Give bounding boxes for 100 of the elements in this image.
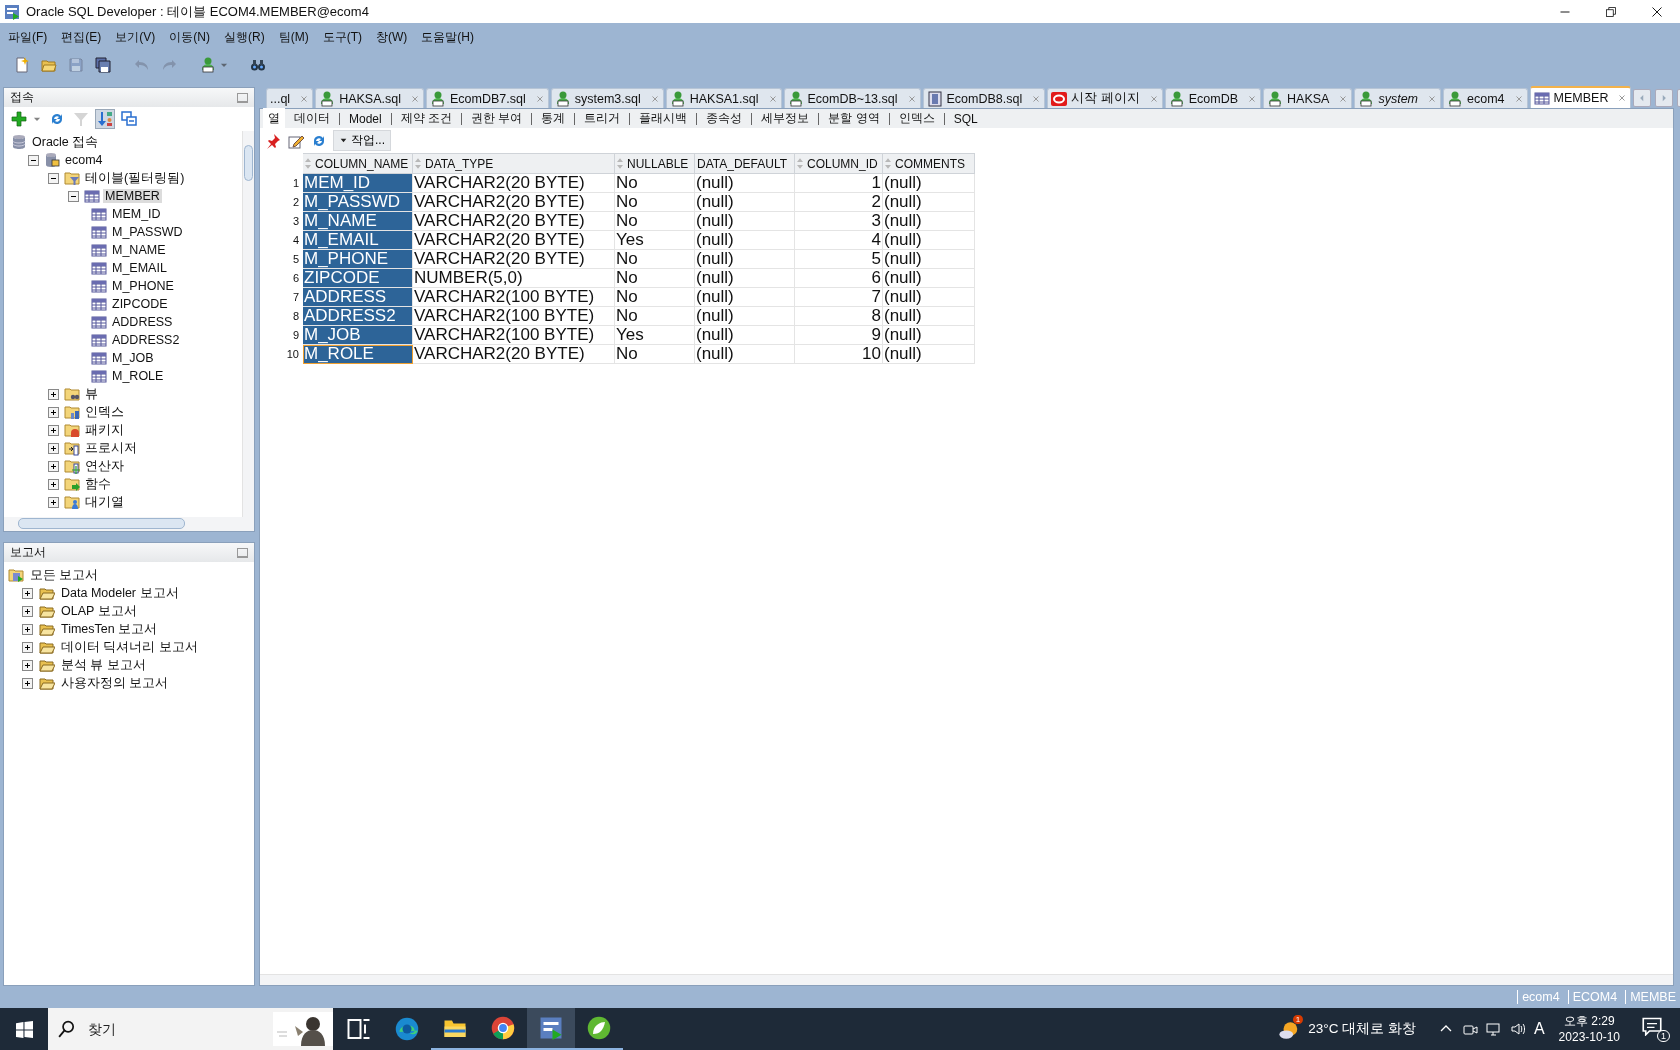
- table-cell[interactable]: (null): [882, 211, 975, 231]
- tree-item[interactable]: ADDRESS: [110, 315, 175, 329]
- table-cell[interactable]: VARCHAR2(20 BYTE): [412, 249, 615, 269]
- table-cell[interactable]: No: [614, 249, 695, 269]
- menu-item[interactable]: 도움말(H): [421, 28, 474, 46]
- tree-item[interactable]: M_ROLE: [110, 369, 166, 383]
- close-tab-icon[interactable]: [300, 94, 309, 103]
- tree-item[interactable]: 인덱스: [83, 403, 126, 421]
- expander-icon[interactable]: [48, 496, 59, 508]
- editor-tab[interactable]: HAKSA: [1263, 88, 1353, 108]
- table-cell[interactable]: (null): [882, 268, 975, 288]
- table-cell[interactable]: No: [614, 268, 695, 288]
- table-cell[interactable]: 4: [794, 230, 883, 250]
- tree-item[interactable]: 뷰: [83, 385, 100, 403]
- table-cell[interactable]: (null): [882, 173, 975, 193]
- table-cell[interactable]: NUMBER(5,0): [412, 268, 615, 288]
- sub-tab[interactable]: 인덱스: [893, 108, 940, 129]
- table-cell[interactable]: 9: [794, 325, 883, 345]
- expander-icon[interactable]: [48, 442, 59, 454]
- tree-item[interactable]: M_JOB: [110, 351, 156, 365]
- sub-tab[interactable]: 종속성: [701, 108, 748, 129]
- table-cell[interactable]: VARCHAR2(20 BYTE): [412, 211, 615, 231]
- table-cell[interactable]: 7: [794, 287, 883, 307]
- editor-tab[interactable]: ...ql: [266, 88, 314, 108]
- taskbar-search-box[interactable]: 찾기: [48, 1008, 333, 1050]
- menu-item[interactable]: 보기(V): [115, 28, 156, 46]
- expander-icon[interactable]: [22, 641, 33, 653]
- close-tab-icon[interactable]: [907, 94, 916, 103]
- tree-item[interactable]: 테이블(필터링됨): [83, 169, 187, 187]
- sub-tab[interactable]: 제약 조건: [395, 108, 458, 129]
- tree-item[interactable]: ADDRESS2: [110, 333, 182, 347]
- table-cell[interactable]: (null): [882, 344, 975, 364]
- expander-icon[interactable]: [48, 424, 59, 436]
- sub-tab[interactable]: 권한 부여: [466, 108, 528, 129]
- expander-icon[interactable]: [48, 460, 59, 472]
- menu-item[interactable]: 도구(T): [322, 28, 362, 46]
- tree-item[interactable]: MEMBER: [103, 189, 162, 203]
- editor-tab[interactable]: system3.sql: [550, 88, 664, 108]
- scrollbar-thumb[interactable]: [18, 518, 185, 529]
- table-cell[interactable]: (null): [882, 287, 975, 307]
- table-cell[interactable]: (null): [882, 306, 975, 326]
- column-header[interactable]: NULLABLE: [614, 153, 695, 174]
- close-tab-icon[interactable]: [1149, 94, 1158, 103]
- expander-icon[interactable]: [22, 605, 33, 617]
- tree-item[interactable]: MEM_ID: [110, 207, 163, 221]
- table-cell[interactable]: (null): [882, 192, 975, 212]
- tree-item[interactable]: 연산자: [83, 457, 126, 475]
- table-cell[interactable]: VARCHAR2(20 BYTE): [412, 230, 615, 250]
- volume-icon[interactable]: [1509, 1021, 1526, 1037]
- sql-developer-icon[interactable]: [527, 1008, 575, 1050]
- table-cell[interactable]: (null): [882, 325, 975, 345]
- tree-item[interactable]: 데이터 딕셔너리 보고서: [59, 638, 200, 656]
- tree-item[interactable]: ZIPCODE: [110, 297, 170, 311]
- table-cell[interactable]: Yes: [614, 230, 695, 250]
- editor-tab[interactable]: 시작 페이지: [1047, 88, 1163, 108]
- menu-item[interactable]: 편집(E): [61, 28, 102, 46]
- minimize-icon[interactable]: [237, 547, 248, 558]
- table-cell[interactable]: 8: [794, 306, 883, 326]
- pin-icon[interactable]: [264, 131, 282, 150]
- scrollbar-thumb[interactable]: [244, 145, 253, 181]
- table-cell[interactable]: (null): [694, 211, 795, 231]
- sub-tab[interactable]: 통계: [536, 108, 571, 129]
- menu-item[interactable]: 창(W): [376, 28, 408, 46]
- expander-icon[interactable]: [48, 406, 59, 418]
- close-tab-icon[interactable]: [650, 94, 659, 103]
- table-cell[interactable]: No: [614, 173, 695, 193]
- close-tab-icon[interactable]: [768, 94, 777, 103]
- table-cell[interactable]: No: [614, 192, 695, 212]
- table-cell[interactable]: (null): [694, 344, 795, 364]
- sub-tab[interactable]: 열: [263, 108, 285, 129]
- close-tab-icon[interactable]: [1514, 94, 1523, 103]
- table-cell[interactable]: 5: [794, 249, 883, 269]
- expander-icon[interactable]: [48, 388, 59, 400]
- editor-tab[interactable]: HAKSA.sql: [315, 88, 424, 108]
- table-cell[interactable]: (null): [694, 287, 795, 307]
- column-header[interactable]: DATA_DEFAULT: [694, 153, 795, 174]
- editor-tab[interactable]: HAKSA1.sql: [665, 88, 782, 108]
- menu-item[interactable]: 이동(N): [169, 28, 210, 46]
- column-header[interactable]: COLUMN_NAME: [302, 153, 413, 174]
- table-cell[interactable]: (null): [694, 325, 795, 345]
- sub-tab[interactable]: 분할 영역: [823, 108, 885, 129]
- editor-tab[interactable]: MEMBER: [1529, 86, 1632, 108]
- tree-item[interactable]: 모든 보고서: [28, 566, 101, 584]
- table-cell[interactable]: VARCHAR2(100 BYTE): [412, 325, 615, 345]
- search-field[interactable]: 찾기: [86, 1020, 210, 1038]
- table-cell[interactable]: 10: [794, 344, 883, 364]
- sub-tab[interactable]: Model: [344, 109, 387, 128]
- table-cell[interactable]: No: [614, 287, 695, 307]
- column-header[interactable]: DATA_TYPE: [412, 153, 615, 174]
- table-cell[interactable]: (null): [694, 230, 795, 250]
- editor-tab[interactable]: EcomDB: [1164, 88, 1262, 108]
- tree-item[interactable]: 패키지: [83, 421, 126, 439]
- table-cell[interactable]: 6: [794, 268, 883, 288]
- tree-item[interactable]: 함수: [83, 475, 113, 493]
- tree-item[interactable]: 분석 뷰 보고서: [59, 656, 148, 674]
- editor-tab[interactable]: EcomDB7.sql: [426, 88, 549, 108]
- menu-item[interactable]: 팀(M): [278, 28, 309, 46]
- actions-button[interactable]: 작업...: [333, 130, 391, 151]
- expander-icon[interactable]: [22, 659, 33, 671]
- table-cell[interactable]: (null): [882, 230, 975, 250]
